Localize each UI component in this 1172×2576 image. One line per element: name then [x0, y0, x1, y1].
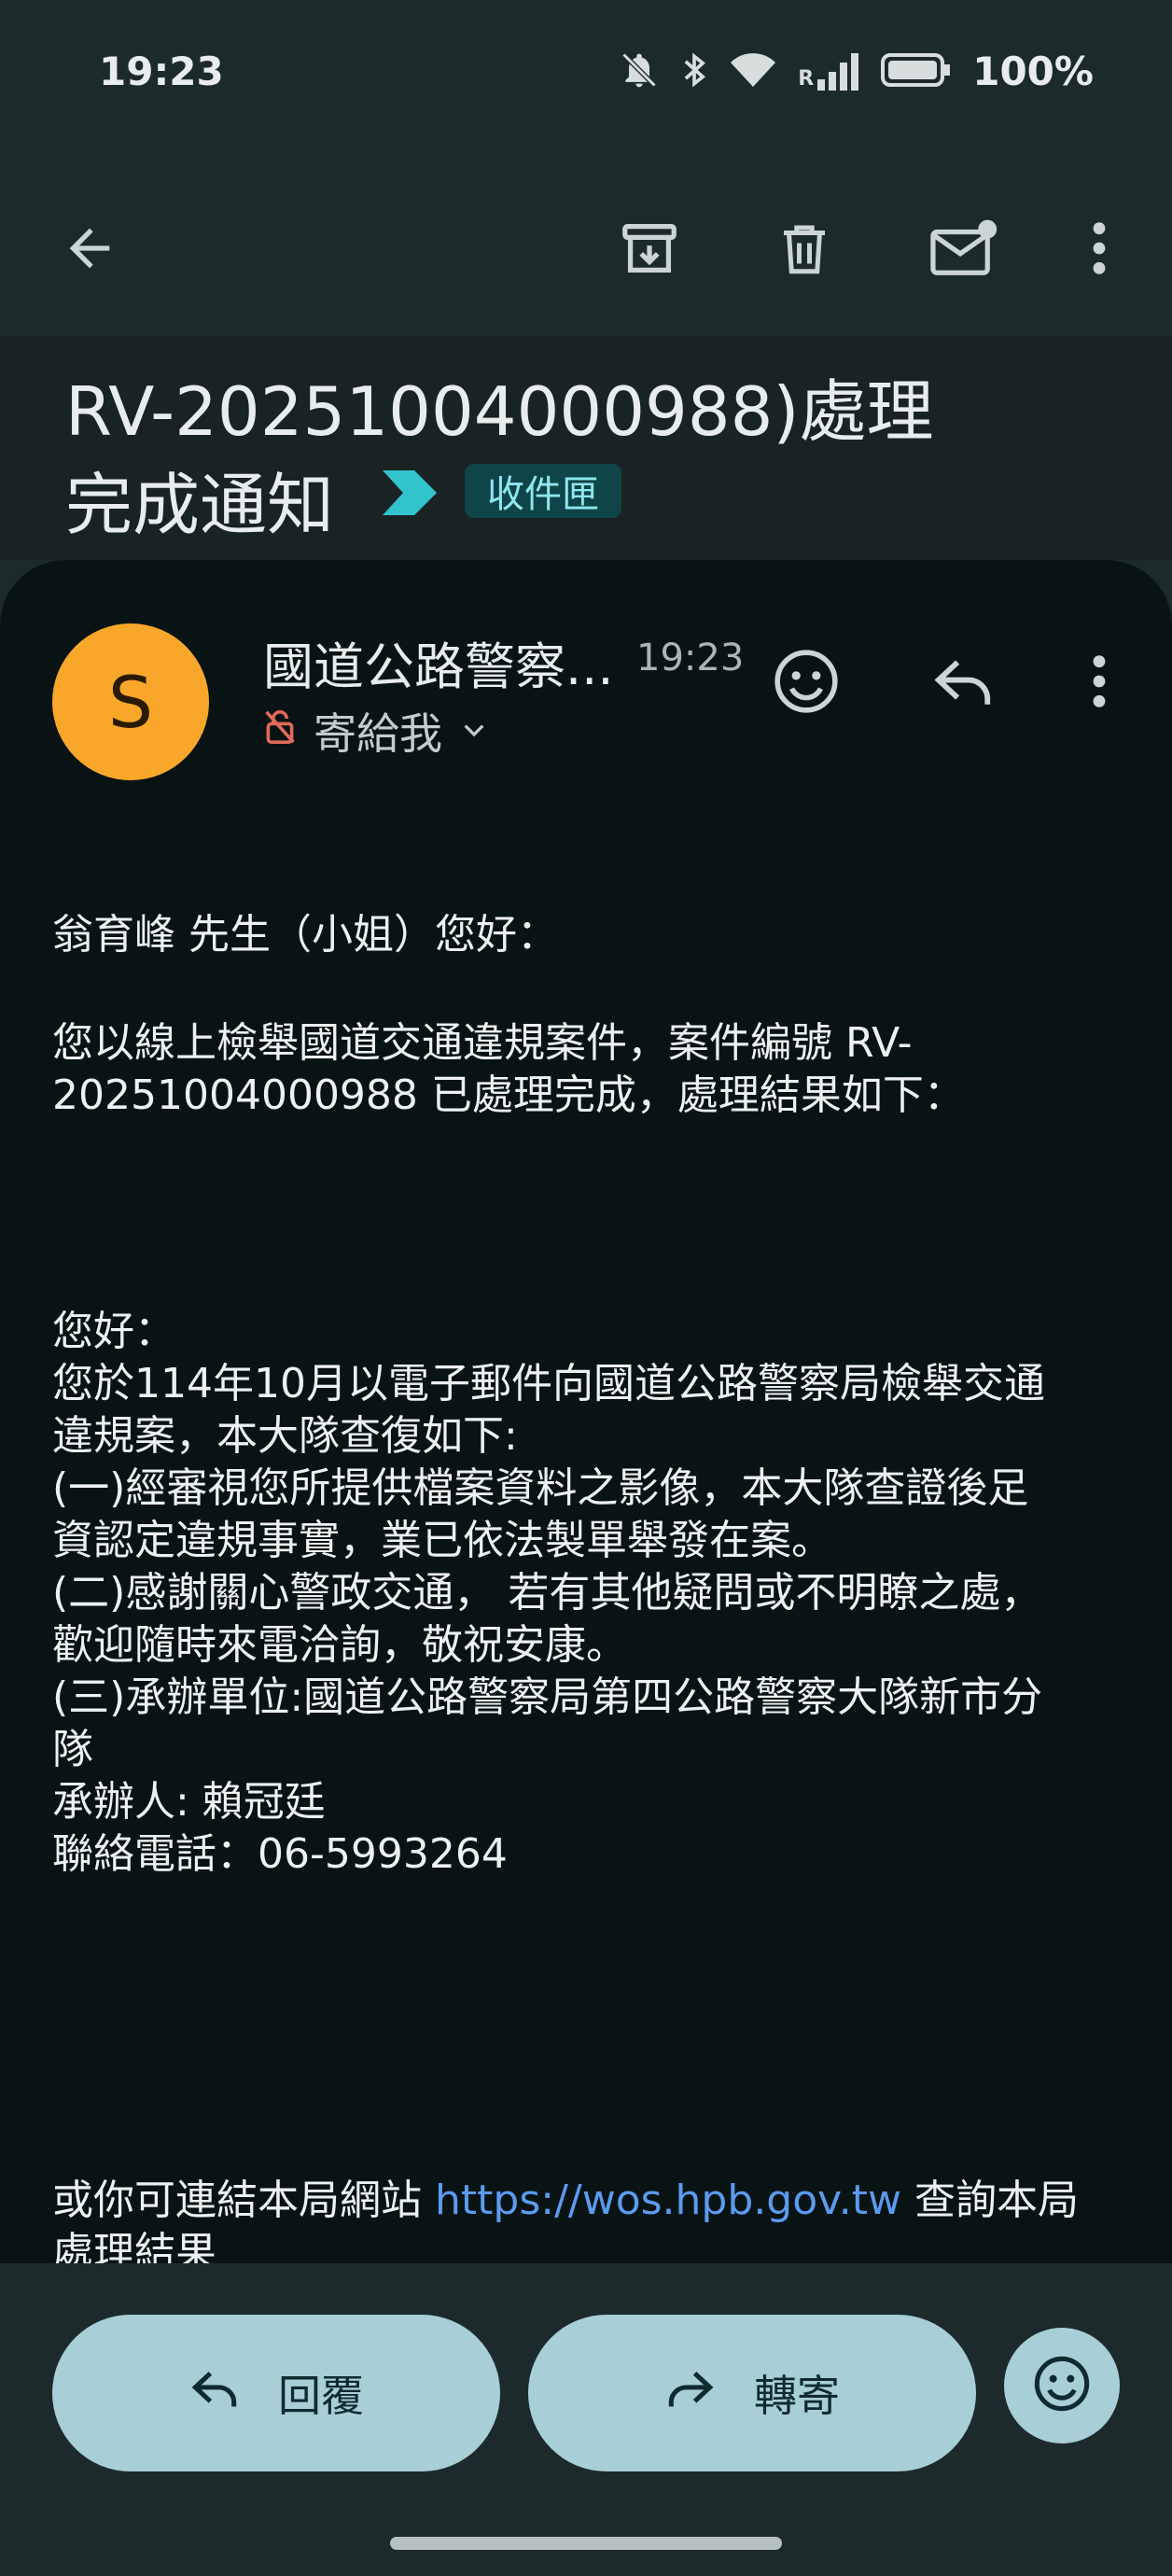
lock-off-icon: [263, 706, 297, 756]
toolbar: [0, 159, 1172, 336]
forward-button[interactable]: 轉寄: [528, 2315, 976, 2471]
recipient-row[interactable]: 寄給我: [263, 700, 489, 762]
mark-unread-icon[interactable]: [918, 203, 1008, 293]
body-line: 20251004000988 已處理完成，處理結果如下：: [52, 1071, 965, 1119]
battery-icon: [881, 51, 952, 92]
body-line: 資認定違規事實，業已依法製單舉發在案。: [52, 1517, 832, 1564]
subject-line-1: RV-20251004000988)處理: [65, 372, 934, 451]
add-reaction-icon[interactable]: [761, 637, 851, 726]
body-line: 聯絡電話：06-5993264: [52, 1830, 508, 1878]
status-time: 19:23: [99, 49, 224, 94]
website-prefix: 或你可連結本局網站: [52, 2177, 435, 2224]
website-suffix: 查詢本局: [900, 2177, 1079, 2224]
signal-icon: R: [798, 52, 860, 91]
archive-icon[interactable]: [605, 203, 694, 293]
home-indicator[interactable]: [390, 2537, 782, 2550]
reply-icon: [188, 2367, 241, 2420]
battery-percent: 100%: [972, 49, 1094, 94]
email-card: S 國道公路警察... 19:23 寄給我 翁育峰 先生（小姐）您好： 您以線上…: [0, 560, 1172, 2263]
body-line: (一)經審視您所提供檔案資料之影像，本大隊查證後足: [52, 1464, 1029, 1512]
more-vert-icon[interactable]: [1054, 203, 1144, 293]
email-time: 19:23: [636, 637, 745, 679]
wifi-icon: [729, 49, 777, 94]
body-line: 翁育峰 先生（小姐）您好：: [52, 911, 558, 959]
reply-icon[interactable]: [918, 637, 1008, 726]
chevron-down-icon: [459, 706, 489, 756]
bottom-action-bar: 回覆 轉寄: [0, 2263, 1172, 2576]
network-label: R: [798, 66, 815, 91]
emoji-icon: [1032, 2354, 1092, 2417]
forward-icon: [664, 2367, 717, 2420]
body-line: 您以線上檢舉國道交通違規案件，案件編號 RV-: [52, 1019, 913, 1067]
status-icons: R 100%: [619, 49, 1094, 94]
back-arrow-icon[interactable]: [45, 203, 134, 293]
status-bar: 19:23 R 100%: [0, 0, 1172, 159]
recipient-label: 寄給我: [314, 708, 442, 759]
message-more-icon[interactable]: [1054, 637, 1144, 726]
body-line: 承辦人: 賴冠廷: [52, 1778, 326, 1826]
emoji-reaction-button[interactable]: [1004, 2328, 1120, 2443]
trash-icon[interactable]: [760, 203, 849, 293]
body-line: 您好：: [52, 1308, 175, 1355]
subject-line-2: 完成通知: [65, 466, 335, 544]
forward-label: 轉寄: [754, 2371, 840, 2421]
sender-name[interactable]: 國道公路警察...: [263, 625, 614, 699]
body-line: (二)感謝關心警政交通， 若有其他疑問或不明瞭之處，: [52, 1569, 1042, 1617]
body-line: 違規案，本大隊查復如下:: [52, 1412, 518, 1460]
body-line: 您於114年10月以電子郵件向國道公路警察局檢舉交通: [52, 1360, 1045, 1407]
body-line: 處理結果: [52, 2229, 216, 2263]
bell-off-icon: [619, 49, 660, 94]
inbox-label-chip[interactable]: 收件匣: [465, 464, 621, 518]
subject-area: RV-20251004000988)處理 完成通知 收件匣: [0, 336, 1172, 560]
body-line: 歡迎隨時來電洽詢，敬祝安康。: [52, 1621, 627, 1669]
website-line: 或你可連結本局網站 https://wos.hpb.gov.tw 查詢本局: [52, 2175, 1079, 2227]
reply-button[interactable]: 回覆: [52, 2315, 500, 2471]
avatar[interactable]: S: [52, 623, 209, 780]
website-link[interactable]: https://wos.hpb.gov.tw: [435, 2177, 901, 2224]
importance-marker-icon: [383, 470, 439, 519]
body-line: 隊: [52, 1726, 93, 1773]
reply-label: 回覆: [278, 2371, 364, 2421]
bluetooth-icon: [680, 49, 708, 94]
body-line: (三)承辦單位:國道公路警察局第四公路警察大隊新市分: [52, 1673, 1043, 1721]
